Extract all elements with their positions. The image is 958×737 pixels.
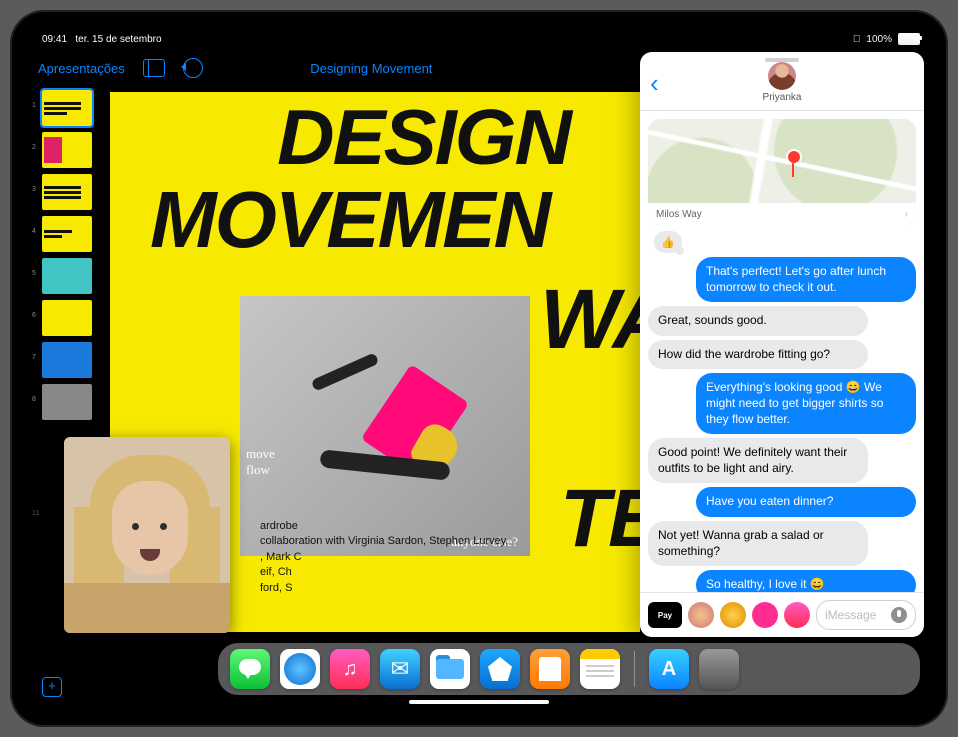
chevron-right-icon: › (905, 209, 908, 220)
status-date: ter. 15 de setembro (75, 34, 161, 45)
dock-mail[interactable] (380, 649, 420, 689)
location-attachment[interactable]: Milos Way › (648, 119, 916, 225)
thumb-3[interactable]: 3 (42, 174, 92, 210)
dock-music[interactable] (330, 649, 370, 689)
dock-settings[interactable] (699, 649, 739, 689)
thumb-8[interactable]: 8 (42, 384, 92, 420)
tapback-like[interactable]: 👍 (654, 231, 682, 253)
msg-sent[interactable]: Have you eaten dinner? (696, 487, 916, 517)
slide-text-5[interactable]: TES (560, 482, 640, 556)
thumb-2[interactable]: 2 (42, 132, 92, 168)
msg-recv[interactable]: How did the wardrobe fitting go? (648, 340, 868, 370)
msg-recv[interactable]: Great, sounds good. (648, 306, 868, 336)
msg-recv[interactable]: Not yet! Wanna grab a salad or something… (648, 521, 868, 566)
message-thread[interactable]: Milos Way › 👍 That's perfect! Let's go a… (640, 111, 924, 592)
view-mode-icon[interactable] (143, 59, 165, 77)
dock[interactable] (218, 643, 920, 695)
thumb-4[interactable]: 4 (42, 216, 92, 252)
map-pin-icon (786, 149, 802, 165)
apple-pay-app[interactable]: Pay (648, 602, 682, 628)
digital-touch-app[interactable] (752, 602, 778, 628)
msg-sent[interactable]: That's perfect! Let's go after lunch tom… (696, 257, 916, 302)
music-app[interactable] (784, 602, 810, 628)
screen: 09:41 ter. 15 de setembro 􀙇 100% Apresen… (28, 28, 930, 709)
doc-title: Designing Movement (221, 61, 522, 76)
map-label: Milos Way (656, 209, 702, 220)
back-button[interactable]: Apresentações (38, 61, 125, 76)
undo-icon[interactable] (183, 58, 203, 78)
dock-safari[interactable] (280, 649, 320, 689)
slide-text-2[interactable]: MOVEMEN (150, 184, 549, 256)
thumb-6[interactable]: 6 (42, 300, 92, 336)
messages-header: ‹ Priyanka (640, 52, 924, 111)
message-input[interactable]: iMessage (816, 600, 916, 630)
facetime-pip[interactable] (64, 437, 230, 633)
messages-slideover[interactable]: ‹ Priyanka Milos Way › 👍 That's perfect!… (640, 52, 924, 637)
msg-recv[interactable]: Good point! We definitely want their out… (648, 438, 868, 483)
slide-text-1[interactable]: DESIGN (277, 102, 570, 172)
annotation-1[interactable]: move flow (246, 446, 275, 478)
slide-image[interactable]: move flow anyone else? (240, 296, 530, 556)
status-bar: 09:41 ter. 15 de setembro 􀙇 100% (28, 28, 930, 50)
contact-avatar[interactable] (768, 62, 796, 90)
home-indicator[interactable] (409, 700, 549, 704)
battery-pct: 100% (866, 34, 892, 45)
dock-separator (634, 651, 635, 687)
wifi-icon: 􀙇 (853, 34, 861, 45)
memoji-app[interactable] (688, 602, 714, 628)
dock-books[interactable] (530, 649, 570, 689)
status-time: 09:41 (42, 34, 67, 45)
message-input-bar: Pay iMessage (640, 592, 924, 637)
dock-messages[interactable] (230, 649, 270, 689)
back-icon[interactable]: ‹ (650, 68, 659, 99)
thumb-1[interactable]: 1 (42, 90, 92, 126)
ipad-frame: 09:41 ter. 15 de setembro 􀙇 100% Apresen… (10, 10, 948, 727)
dock-files[interactable] (430, 649, 470, 689)
thumb-5[interactable]: 5 (42, 258, 92, 294)
dictate-icon[interactable] (891, 607, 907, 623)
dock-notes[interactable] (580, 649, 620, 689)
thumb-7[interactable]: 7 (42, 342, 92, 378)
message-placeholder: iMessage (825, 608, 876, 622)
dock-keynote[interactable] (480, 649, 520, 689)
msg-sent[interactable]: So healthy, I love it 😄 (696, 570, 916, 592)
slide-credits[interactable]: ardrobe collaboration with Virginia Sard… (260, 519, 508, 596)
stickers-app[interactable] (720, 602, 746, 628)
msg-sent[interactable]: Everything's looking good 😄 We might nee… (696, 373, 916, 434)
slide-text-3[interactable]: WAR (540, 282, 640, 358)
battery-icon (898, 33, 920, 45)
contact-name[interactable]: Priyanka (763, 92, 802, 103)
dock-appstore[interactable] (649, 649, 689, 689)
add-slide-button[interactable]: + (42, 677, 62, 697)
